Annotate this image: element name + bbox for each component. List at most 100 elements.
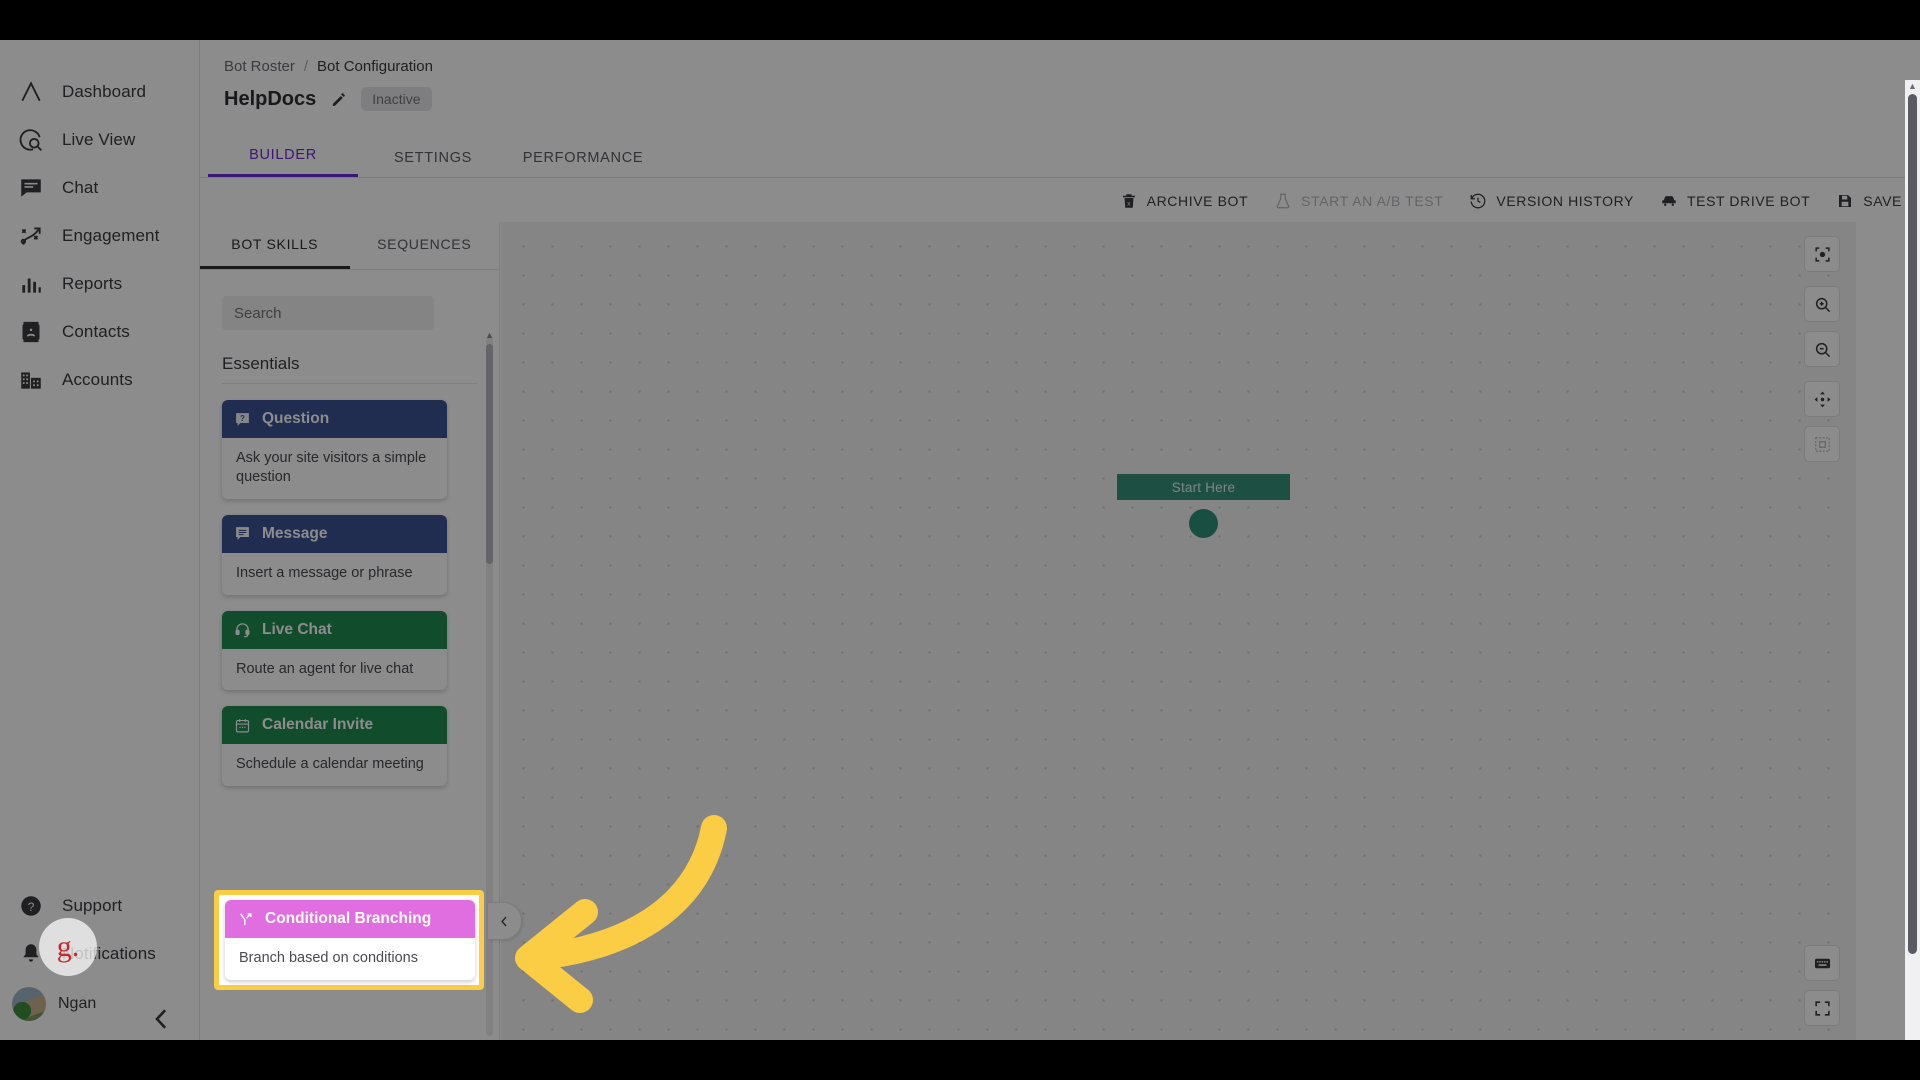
car-icon <box>1662 196 1676 206</box>
card-title: Live Chat <box>262 620 332 638</box>
skill-card-conditional-branching[interactable]: Conditional Branching Branch based on co… <box>225 900 475 980</box>
card-header: Conditional Branching <box>225 900 475 938</box>
flow-canvas[interactable]: Start Here <box>501 222 1856 1040</box>
accounts-icon <box>18 367 44 393</box>
start-ab-test-button[interactable]: START AN A/B TEST <box>1274 192 1443 210</box>
start-node-connector[interactable] <box>1189 509 1218 538</box>
action-label: ARCHIVE BOT <box>1146 193 1249 209</box>
tab-sequences[interactable]: SEQUENCES <box>350 222 500 269</box>
center-focus-button[interactable] <box>1804 236 1840 272</box>
start-here-node[interactable]: Start Here <box>1117 474 1290 500</box>
page-scrollbar-thumb[interactable] <box>1908 94 1917 954</box>
skill-card-calendar-invite[interactable]: Calendar Invite Schedule a calendar meet… <box>222 706 447 787</box>
trash-icon: x <box>1122 194 1135 208</box>
status-badge: Inactive <box>361 87 432 111</box>
reports-icon <box>18 271 44 297</box>
dashboard-icon <box>18 79 44 105</box>
select-area-icon <box>1814 436 1830 452</box>
zoom-out-button[interactable] <box>1804 331 1840 367</box>
sidebar-item-label: Contacts <box>62 322 130 341</box>
grammarly-badge[interactable]: g. <box>39 918 97 976</box>
pencil-icon[interactable] <box>330 91 347 108</box>
tab-builder[interactable]: BUILDER <box>208 147 358 177</box>
sidebar-item-notifications[interactable]: Notifications <box>0 930 199 978</box>
skills-group-title: Essentials <box>222 354 477 384</box>
card-title: Question <box>262 410 330 427</box>
chevron-left-icon <box>501 916 507 926</box>
keyboard-shortcuts-icon <box>1814 958 1830 968</box>
user-name: Ngan <box>58 995 97 1012</box>
sidebar-item-engagement[interactable]: Engagement <box>0 212 199 260</box>
sidebar-item-accounts[interactable]: Accounts <box>0 356 199 404</box>
panel-scrollbar-thumb[interactable] <box>486 344 493 564</box>
live-view-icon <box>18 127 44 153</box>
sidebar-item-chat[interactable]: Chat <box>0 164 199 212</box>
sidebar-collapse-button[interactable] <box>147 1004 177 1034</box>
card-header: Live Chat <box>222 610 447 649</box>
sidebar-item-live-view[interactable]: Live View <box>0 116 199 164</box>
sidebar-bottom-items: ? Support Notifications Ngan <box>0 882 199 1030</box>
help-circle-icon: ? <box>18 893 44 919</box>
save-floppy-icon <box>1839 195 1852 207</box>
test-drive-bot-button[interactable]: TEST DRIVE BOT <box>1660 192 1810 210</box>
fullscreen-icon <box>1814 1000 1830 1016</box>
skill-card-message[interactable]: Message Insert a message or phrase <box>222 514 447 595</box>
version-history-button[interactable]: VERSION HISTORY <box>1469 192 1634 210</box>
canvas-tools-top <box>1804 236 1840 471</box>
history-clock-icon <box>1470 193 1486 209</box>
save-button[interactable]: SAVE <box>1836 192 1902 210</box>
action-toolbar: x ARCHIVE BOT START AN A/B TEST VERSION … <box>1120 180 1902 222</box>
calendar-icon <box>235 719 250 733</box>
sidebar-item-label: Dashboard <box>62 82 147 101</box>
sidebar-item-contacts[interactable]: Contacts <box>0 308 199 356</box>
svg-text:?: ? <box>240 413 245 422</box>
action-label: VERSION HISTORY <box>1496 193 1634 209</box>
tab-performance[interactable]: PERFORMANCE <box>508 150 658 177</box>
keyboard-shortcuts-button[interactable] <box>1804 945 1840 981</box>
action-label: SAVE <box>1863 193 1902 209</box>
card-title: Calendar Invite <box>262 716 374 734</box>
chat-icon <box>18 175 44 201</box>
flask-icon <box>1276 193 1290 209</box>
tab-settings[interactable]: SETTINGS <box>358 150 508 177</box>
branch-icon <box>239 912 252 925</box>
sidebar-item-dashboard[interactable]: Dashboard <box>0 68 199 116</box>
highlight-box: Conditional Branching Branch based on co… <box>214 890 484 990</box>
breadcrumb-current: Bot Configuration <box>317 58 433 75</box>
scroll-up-arrow-icon[interactable]: ▲ <box>1908 82 1917 91</box>
scroll-up-arrow-icon[interactable]: ▲ <box>485 330 494 340</box>
fullscreen-button[interactable] <box>1804 990 1840 1026</box>
bot-title-row: HelpDocs Inactive <box>224 87 432 111</box>
card-description: Ask your site visitors a simple question <box>236 450 427 485</box>
sidebar-item-label: Support <box>62 896 123 915</box>
archive-bot-button[interactable]: x ARCHIVE BOT <box>1120 192 1249 210</box>
page-title: HelpDocs <box>224 87 317 110</box>
card-header: ? Question <box>222 400 447 438</box>
card-description: Branch based on conditions <box>239 950 418 966</box>
sidebar-item-reports[interactable]: Reports <box>0 260 199 308</box>
main-tabs: BUILDER SETTINGS PERFORMANCE <box>200 132 1920 178</box>
search-input[interactable] <box>222 296 434 330</box>
canvas-tools-bottom <box>1804 945 1840 1026</box>
engagement-icon <box>18 223 44 249</box>
sidebar-item-support[interactable]: ? Support <box>0 882 199 930</box>
tab-bot-skills[interactable]: BOT SKILLS <box>200 222 350 269</box>
chevron-left-icon <box>155 1009 167 1029</box>
select-area-button[interactable] <box>1804 426 1840 462</box>
zoom-in-button[interactable] <box>1804 286 1840 322</box>
action-label: START AN A/B TEST <box>1301 193 1444 209</box>
breadcrumb-parent[interactable]: Bot Roster <box>224 58 295 75</box>
skill-card-question[interactable]: ? Question Ask your site visitors a simp… <box>222 400 447 499</box>
pan-move-button[interactable] <box>1804 381 1840 417</box>
card-title: Message <box>262 524 328 542</box>
zoom-out-icon <box>1815 342 1830 357</box>
action-label: TEST DRIVE BOT <box>1687 193 1811 209</box>
svg-text:?: ? <box>28 900 35 914</box>
center-focus-icon <box>1814 246 1830 262</box>
message-bubble-icon <box>236 527 249 541</box>
question-bubble-icon: ? <box>236 412 249 426</box>
page-scrollbar[interactable]: ▲ ▼ <box>1905 80 1920 1040</box>
sidebar-item-label: Chat <box>62 178 99 197</box>
skill-card-live-chat[interactable]: Live Chat Route an agent for live chat <box>222 610 447 691</box>
sidebar-item-label: Reports <box>62 274 123 293</box>
